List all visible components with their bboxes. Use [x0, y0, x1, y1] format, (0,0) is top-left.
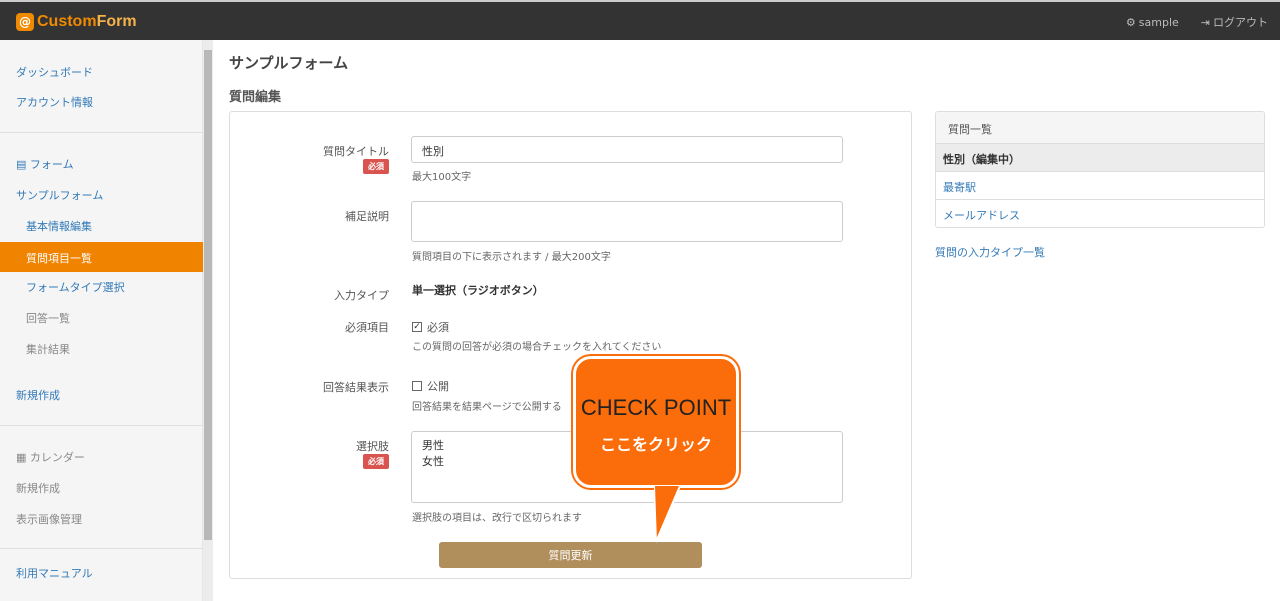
sidebar-item-image-manage[interactable]: 表示画像管理: [16, 511, 82, 527]
public-checkbox-label: 公開: [427, 380, 449, 393]
sidebar-item-answers[interactable]: 回答一覧: [26, 310, 70, 326]
sidebar-item-dashboard[interactable]: ダッシュボード: [16, 64, 93, 80]
main-content: サンプルフォーム 質問編集 質問タイトル 必須 性別 最大100文字 補足説明 …: [213, 40, 1280, 601]
sidebar-calendar-label: カレンダー: [29, 451, 85, 464]
choices-help: 選択肢の項目は、改行で区切られます: [412, 513, 582, 524]
sidebar-item-calendar-new[interactable]: 新規作成: [16, 480, 60, 496]
required-checkbox[interactable]: ✓: [412, 322, 422, 332]
logo-text-custom: Custom: [37, 13, 97, 30]
required-badge: 必須: [363, 454, 389, 469]
sidebar-divider: [0, 132, 203, 133]
sidebar-item-results[interactable]: 集計結果: [26, 341, 70, 357]
sidebar-forms-label: フォーム: [29, 158, 74, 171]
description-label: 補足説明: [345, 210, 389, 223]
question-list-item[interactable]: 最寄駅: [936, 172, 1264, 200]
sidebar-item-sample-form[interactable]: サンプルフォーム: [16, 187, 103, 203]
logout-label: ログアウト: [1213, 16, 1268, 29]
question-edit-form: 質問タイトル 必須 性別 最大100文字 補足説明 質問項目の下に表示されます …: [229, 111, 912, 579]
question-list-item[interactable]: メールアドレス: [936, 200, 1264, 227]
page-title: サンプルフォーム: [229, 54, 349, 72]
sidebar-item-questions[interactable]: 質問項目一覧: [0, 242, 203, 272]
sidebar-item-calendar[interactable]: ▦ カレンダー: [16, 449, 85, 465]
public-label: 回答結果表示: [323, 381, 389, 394]
question-list-panel: 質問一覧 性別（編集中） 最寄駅 メールアドレス: [935, 111, 1265, 228]
top-navbar: @ Custom Form ⚙ sample ⇥ ログアウト: [0, 0, 1280, 40]
sidebar-item-manual[interactable]: 利用マニュアル: [16, 565, 93, 581]
required-badge: 必須: [363, 159, 389, 174]
callout-pointer: [654, 486, 681, 543]
callout-subtitle: ここをクリック: [599, 435, 712, 454]
callout-title: CHECK POINT: [580, 395, 732, 420]
title-label: 質問タイトル: [323, 145, 389, 158]
required-checkbox-label: 必須: [427, 321, 449, 334]
sidebar-item-forms[interactable]: ▤ フォーム: [16, 156, 74, 172]
input-type-value: 単一選択（ラジオボタン）: [412, 284, 544, 297]
public-checkbox[interactable]: [412, 381, 422, 391]
update-question-button[interactable]: 質問更新: [439, 542, 702, 568]
section-title: 質問編集: [229, 90, 282, 105]
calendar-icon: ▦: [16, 451, 27, 464]
input-type-label: 入力タイプ: [334, 289, 389, 302]
question-list-header: 質問一覧: [936, 112, 1264, 144]
logout-icon: ⇥: [1200, 15, 1210, 29]
sidebar-divider: [0, 425, 203, 426]
description-textarea[interactable]: [411, 201, 843, 242]
document-icon: ▤: [16, 158, 27, 171]
required-item-label: 必須項目: [345, 321, 389, 334]
app-logo[interactable]: @ Custom Form: [16, 11, 137, 33]
choices-label: 選択肢: [356, 440, 389, 453]
question-list-item: 性別（編集中）: [936, 144, 1264, 172]
sidebar-item-form-type[interactable]: フォームタイプ選択: [26, 279, 125, 295]
sidebar-scrollbar[interactable]: [203, 40, 213, 601]
sidebar-item-account[interactable]: アカウント情報: [16, 94, 93, 110]
required-help: この質問の回答が必須の場合チェックを入れてください: [412, 342, 662, 353]
check-point-callout: CHECK POINT ここをクリック: [573, 356, 739, 488]
logout-link[interactable]: ⇥ ログアウト: [1201, 14, 1268, 30]
sidebar-questions-label: 質問項目一覧: [26, 252, 92, 265]
user-label: sample: [1138, 15, 1179, 29]
description-help: 質問項目の下に表示されます / 最大200文字: [412, 252, 611, 263]
title-input[interactable]: 性別: [411, 136, 843, 163]
required-checkbox-row[interactable]: ✓ 必須: [412, 319, 449, 335]
logo-text-form: Form: [96, 13, 137, 30]
scrollbar-thumb[interactable]: [204, 50, 212, 540]
top-right-menu: ⚙ sample ⇥ ログアウト: [1126, 14, 1268, 30]
sidebar-item-new-create[interactable]: 新規作成: [16, 387, 60, 403]
input-types-link[interactable]: 質問の入力タイプ一覧: [935, 244, 1045, 260]
title-help: 最大100文字: [412, 172, 472, 183]
user-menu[interactable]: ⚙ sample: [1126, 14, 1179, 30]
sidebar-divider: [0, 548, 203, 549]
gear-icon: ⚙: [1125, 15, 1136, 29]
logo-icon: @: [16, 13, 34, 31]
public-checkbox-row[interactable]: 公開: [412, 378, 449, 394]
sidebar: ダッシュボード アカウント情報 ▤ フォーム サンプルフォーム 基本情報編集 質…: [0, 40, 203, 601]
public-help: 回答結果を結果ページで公開する: [412, 402, 562, 413]
sidebar-item-basic-info[interactable]: 基本情報編集: [26, 218, 92, 234]
